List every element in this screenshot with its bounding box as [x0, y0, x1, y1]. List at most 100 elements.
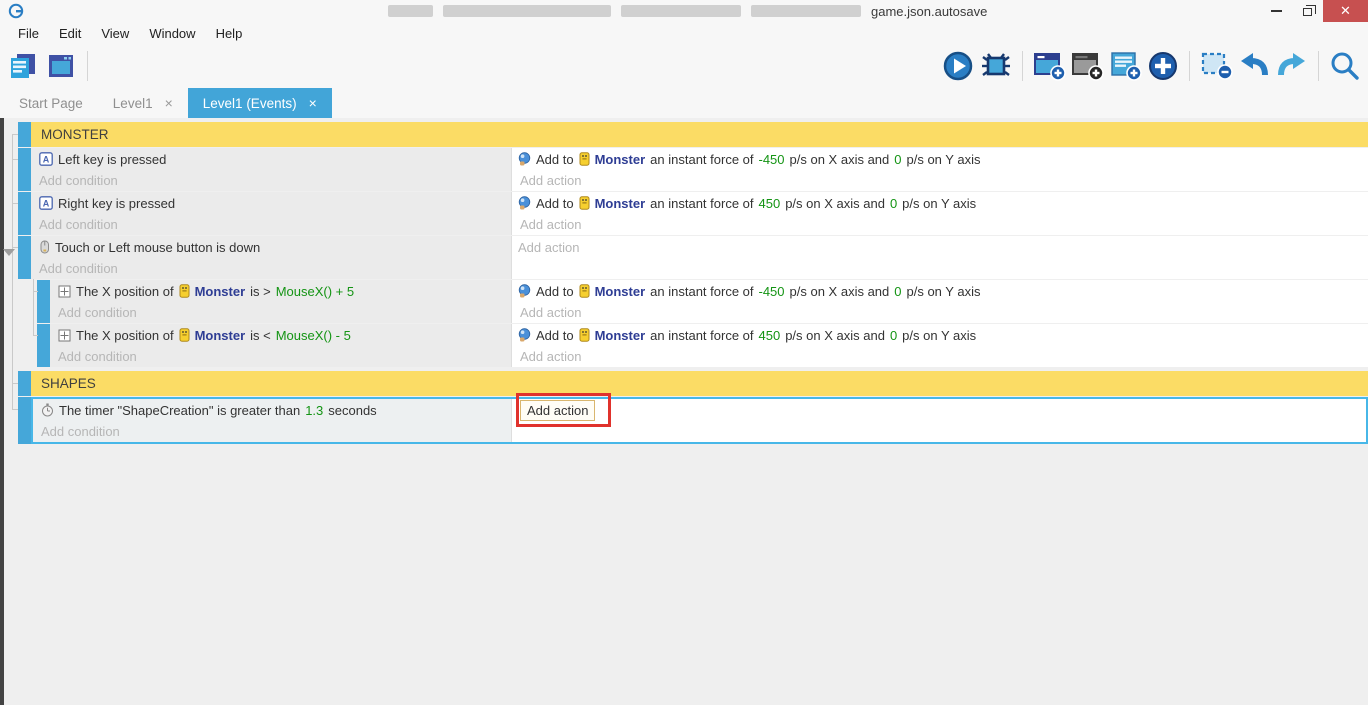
conditions-cell[interactable]: A Right key is pressed Add condition: [31, 192, 512, 235]
selected-event-body: The timer "ShapeCreation" is greater tha…: [31, 392, 1368, 444]
actions-cell[interactable]: Add action: [512, 392, 1366, 442]
collapse-arrow-icon[interactable]: [3, 249, 15, 256]
actions-cell[interactable]: Add to Monster an instant force of -450 …: [512, 148, 1368, 191]
force-icon: [518, 196, 531, 210]
minimize-button[interactable]: [1261, 0, 1292, 22]
add-action-link[interactable]: Add action: [518, 346, 1368, 367]
event-bar[interactable]: [18, 236, 31, 279]
remove-event-icon[interactable]: [1199, 49, 1233, 83]
menu-edit[interactable]: Edit: [49, 26, 91, 41]
conditions-cell[interactable]: The X position of Monster is < MouseX() …: [50, 324, 512, 367]
menu-help[interactable]: Help: [206, 26, 253, 41]
force-icon: [518, 328, 531, 342]
menu-window[interactable]: Window: [139, 26, 205, 41]
actions-cell[interactable]: Add to Monster an instant force of 450 p…: [512, 324, 1368, 367]
add-condition-link[interactable]: Add condition: [39, 258, 511, 279]
conditions-cell[interactable]: A Left key is pressed Add condition: [31, 148, 512, 191]
tree-line: [12, 134, 13, 410]
event-bar[interactable]: [18, 371, 31, 396]
conditions-cell[interactable]: The timer "ShapeCreation" is greater tha…: [33, 399, 512, 442]
add-condition-link[interactable]: Add condition: [58, 346, 511, 367]
condition-text[interactable]: The timer "ShapeCreation" is greater tha…: [59, 403, 300, 418]
tree-connector: [12, 247, 18, 248]
monster-object-icon: [579, 328, 590, 342]
monster-object-icon: [179, 284, 190, 298]
project-manager-icon[interactable]: [6, 49, 40, 83]
actions-cell[interactable]: Add to Monster an instant force of -450 …: [512, 280, 1368, 323]
menu-bar: File Edit View Window Help: [0, 22, 1368, 44]
toolbar-separator: [1318, 51, 1319, 81]
svg-text:A: A: [43, 198, 50, 208]
conditions-cell[interactable]: The X position of Monster is > MouseX() …: [50, 280, 512, 323]
tree-line-sub: [33, 279, 34, 336]
close-button[interactable]: ✕: [1323, 0, 1368, 22]
actions-cell[interactable]: Add action: [512, 236, 1368, 279]
svg-text:A: A: [43, 154, 50, 164]
menu-view[interactable]: View: [91, 26, 139, 41]
action-text[interactable]: Add to: [536, 196, 574, 211]
search-icon[interactable]: [1328, 49, 1362, 83]
event-touch-mouse[interactable]: Touch or Left mouse button is down Add c…: [18, 236, 1368, 279]
event-group-shapes[interactable]: SHAPES: [18, 371, 1368, 396]
monster-object-icon: [179, 328, 190, 342]
event-group-monster[interactable]: MONSTER: [18, 122, 1368, 147]
event-bar[interactable]: [18, 397, 31, 444]
add-action-link[interactable]: Add action: [518, 236, 1368, 258]
actions-cell[interactable]: Add to Monster an instant force of 450 p…: [512, 192, 1368, 235]
add-condition-link[interactable]: Add condition: [39, 214, 511, 235]
restore-button[interactable]: [1292, 0, 1323, 22]
window-title: game.json.autosave: [388, 0, 987, 22]
add-circle-icon[interactable]: [1146, 49, 1180, 83]
menu-file[interactable]: File: [8, 26, 49, 41]
title-bar: game.json.autosave ✕: [0, 0, 1368, 22]
event-bar[interactable]: [37, 280, 50, 323]
monster-object-icon: [579, 196, 590, 210]
add-action-link[interactable]: Add action: [518, 302, 1368, 323]
add-action-button[interactable]: Add action: [520, 399, 596, 421]
add-action-link[interactable]: Add action: [518, 214, 1368, 235]
keyboard-icon: A: [39, 152, 53, 166]
add-condition-link[interactable]: Add condition: [58, 302, 511, 323]
event-right-key[interactable]: A Right key is pressed Add condition Add…: [18, 192, 1368, 235]
tab-start-page[interactable]: Start Page: [4, 88, 98, 118]
condition-text[interactable]: The X position of: [76, 328, 174, 343]
debug-icon[interactable]: [979, 49, 1013, 83]
gdevelop-logo-icon: [8, 3, 24, 19]
tree-connector: [12, 383, 18, 384]
tab-close-icon[interactable]: ×: [309, 95, 317, 111]
redacted-title-segment: [443, 5, 611, 17]
add-subevent-icon[interactable]: [1070, 49, 1104, 83]
group-label[interactable]: MONSTER: [31, 122, 1368, 147]
add-comment-icon[interactable]: [1108, 49, 1142, 83]
tab-close-icon[interactable]: ×: [165, 95, 173, 111]
add-event-icon[interactable]: [1032, 49, 1066, 83]
event-bar[interactable]: [18, 122, 31, 147]
conditions-cell[interactable]: Touch or Left mouse button is down Add c…: [31, 236, 512, 279]
event-left-key[interactable]: A Left key is pressed Add condition Add …: [18, 148, 1368, 191]
add-condition-link[interactable]: Add condition: [39, 170, 511, 191]
action-text[interactable]: Add to: [536, 152, 574, 167]
event-bar[interactable]: [18, 192, 31, 235]
subevent-xposition-greater[interactable]: The X position of Monster is > MouseX() …: [37, 280, 1368, 323]
group-label[interactable]: SHAPES: [31, 371, 1368, 396]
add-action-link[interactable]: Add action: [518, 170, 1368, 191]
toolbar-separator: [1189, 51, 1190, 81]
subevent-xposition-less[interactable]: The X position of Monster is < MouseX() …: [37, 324, 1368, 367]
event-bar[interactable]: [18, 148, 31, 191]
tab-level1[interactable]: Level1 ×: [98, 88, 188, 118]
event-timer-shapecreation[interactable]: The timer "ShapeCreation" is greater tha…: [18, 392, 1368, 444]
action-text[interactable]: Add to: [536, 284, 574, 299]
condition-text[interactable]: The X position of: [76, 284, 174, 299]
add-condition-link[interactable]: Add condition: [41, 421, 511, 442]
undo-icon[interactable]: [1237, 49, 1271, 83]
tab-level1-events[interactable]: Level1 (Events) ×: [187, 88, 332, 118]
scene-editor-icon[interactable]: [44, 49, 78, 83]
condition-text[interactable]: Touch or Left mouse button is down: [55, 240, 260, 255]
play-icon[interactable]: [941, 49, 975, 83]
action-text[interactable]: Add to: [536, 328, 574, 343]
panel-left-edge: [0, 118, 4, 705]
condition-text[interactable]: Left key is pressed: [58, 152, 166, 167]
condition-text[interactable]: Right key is pressed: [58, 196, 175, 211]
event-bar[interactable]: [37, 324, 50, 367]
redo-icon[interactable]: [1275, 49, 1309, 83]
